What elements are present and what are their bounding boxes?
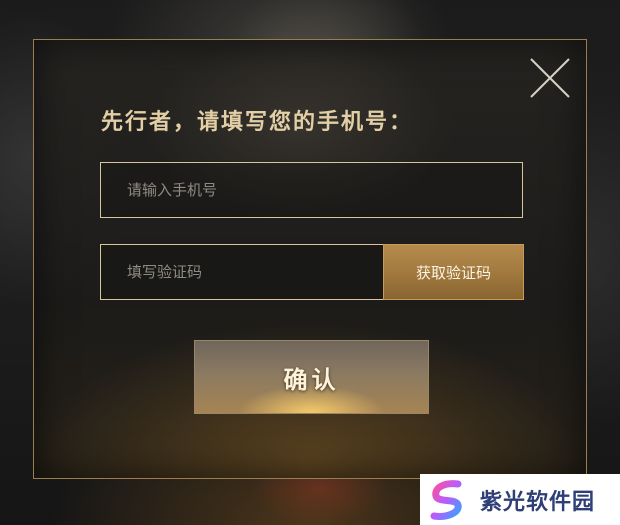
watermark-text: 紫光软件园 <box>480 489 596 515</box>
watermark-badge: 紫光软件园 <box>420 474 620 525</box>
zigu-logo-icon <box>430 479 462 520</box>
phone-verify-dialog: 先行者，请填写您的手机号： 获取验证码 确认 <box>33 39 587 479</box>
confirm-button[interactable]: 确认 <box>194 340 429 414</box>
get-code-label: 获取验证码 <box>415 263 491 282</box>
phone-input[interactable] <box>100 162 523 218</box>
close-button[interactable] <box>528 56 572 100</box>
get-code-button[interactable]: 获取验证码 <box>383 244 524 300</box>
verification-code-input[interactable] <box>100 244 384 300</box>
dialog-title: 先行者，请填写您的手机号： <box>101 109 414 135</box>
confirm-label: 确认 <box>283 364 340 394</box>
close-icon <box>530 58 570 98</box>
